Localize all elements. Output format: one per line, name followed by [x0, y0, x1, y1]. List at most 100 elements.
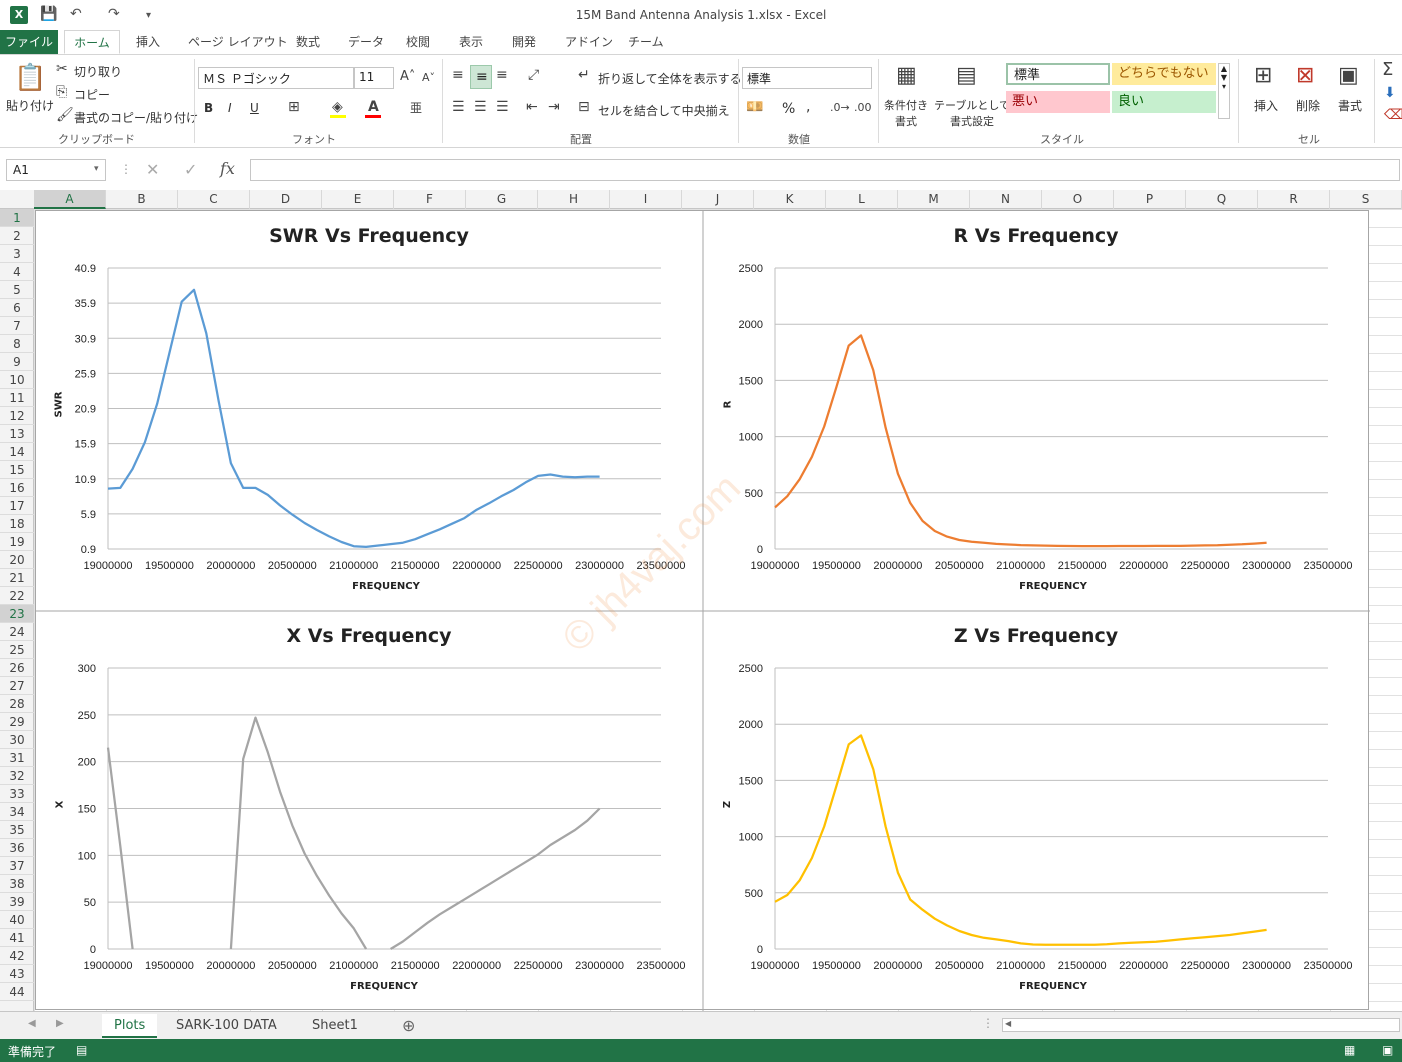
shrink-font-icon[interactable]: A˅: [422, 71, 435, 84]
row-header-38[interactable]: 38: [0, 875, 34, 893]
row-header-37[interactable]: 37: [0, 857, 34, 875]
row-header-34[interactable]: 34: [0, 803, 34, 821]
number-format-select[interactable]: 標準: [742, 67, 872, 89]
merge-center-button[interactable]: セルを結合して中央揃え: [598, 102, 730, 119]
column-header-q[interactable]: Q: [1186, 190, 1258, 209]
page-layout-view-icon[interactable]: ▣: [1382, 1043, 1393, 1057]
row-header-3[interactable]: 3: [0, 245, 34, 263]
border-icon[interactable]: ⊞: [288, 99, 300, 115]
align-left-icon[interactable]: ☰: [452, 99, 465, 115]
row-header-36[interactable]: 36: [0, 839, 34, 857]
row-header-18[interactable]: 18: [0, 515, 34, 533]
tab-page-layout[interactable]: ページ レイアウト: [184, 30, 292, 54]
column-header-k[interactable]: K: [754, 190, 826, 209]
styles-scroll[interactable]: ▲ ▼ ▾: [1218, 63, 1230, 119]
row-header-20[interactable]: 20: [0, 551, 34, 569]
column-header-l[interactable]: L: [826, 190, 898, 209]
row-header-35[interactable]: 35: [0, 821, 34, 839]
row-header-7[interactable]: 7: [0, 317, 34, 335]
bold-button[interactable]: B: [204, 101, 213, 115]
name-box[interactable]: A1: [6, 159, 106, 181]
normal-view-icon[interactable]: ▦: [1344, 1043, 1355, 1057]
row-header-31[interactable]: 31: [0, 749, 34, 767]
percent-button[interactable]: %: [782, 101, 795, 117]
wrap-text-button[interactable]: 折り返して全体を表示する: [598, 70, 742, 87]
row-header-12[interactable]: 12: [0, 407, 34, 425]
tab-review[interactable]: 校閲: [402, 30, 434, 54]
row-header-24[interactable]: 24: [0, 623, 34, 641]
fill-icon[interactable]: ⬇: [1384, 85, 1396, 101]
phonetic-icon[interactable]: 亜: [410, 99, 422, 116]
row-header-16[interactable]: 16: [0, 479, 34, 497]
column-header-f[interactable]: F: [394, 190, 466, 209]
font-color-icon[interactable]: A: [368, 99, 379, 115]
style-normal[interactable]: 標準: [1006, 63, 1110, 85]
row-header-17[interactable]: 17: [0, 497, 34, 515]
row-header-21[interactable]: 21: [0, 569, 34, 587]
row-header-44[interactable]: 44: [0, 983, 34, 1001]
currency-icon[interactable]: 💴: [746, 99, 763, 115]
macro-record-icon[interactable]: ▤: [76, 1043, 87, 1057]
cancel-icon[interactable]: ✕: [146, 160, 159, 179]
copy-button[interactable]: コピー: [74, 86, 110, 103]
row-header-15[interactable]: 15: [0, 461, 34, 479]
scroll-right-icon[interactable]: ▶: [56, 1018, 64, 1029]
column-header-g[interactable]: G: [466, 190, 538, 209]
column-header-j[interactable]: J: [682, 190, 754, 209]
splitter-icon[interactable]: ⋮: [982, 1016, 994, 1030]
column-header-d[interactable]: D: [250, 190, 322, 209]
row-header-14[interactable]: 14: [0, 443, 34, 461]
row-header-10[interactable]: 10: [0, 371, 34, 389]
column-header-a[interactable]: A: [34, 190, 106, 209]
row-header-13[interactable]: 13: [0, 425, 34, 443]
orientation-icon[interactable]: ⤢: [528, 67, 539, 83]
column-header-r[interactable]: R: [1258, 190, 1330, 209]
grow-font-icon[interactable]: A˄: [400, 69, 415, 84]
tab-team[interactable]: チーム: [624, 30, 668, 54]
row-header-40[interactable]: 40: [0, 911, 34, 929]
column-header-i[interactable]: I: [610, 190, 682, 209]
clear-icon[interactable]: ⌫: [1384, 107, 1402, 123]
tab-view[interactable]: 表示: [455, 30, 487, 54]
decrease-decimal-icon[interactable]: .00: [854, 101, 872, 114]
increase-decimal-icon[interactable]: .0→: [830, 101, 850, 114]
underline-button[interactable]: U: [250, 101, 259, 115]
row-header-4[interactable]: 4: [0, 263, 34, 281]
enter-icon[interactable]: ✓: [184, 160, 197, 179]
paste-icon[interactable]: 📋: [14, 63, 46, 93]
tab-formulas[interactable]: 数式: [292, 30, 324, 54]
comma-button[interactable]: ,: [806, 99, 810, 115]
style-neutral[interactable]: どちらでもない: [1112, 63, 1216, 85]
fill-color-icon[interactable]: ◈: [332, 99, 343, 115]
row-header-1[interactable]: 1: [0, 209, 34, 227]
align-middle-button[interactable]: ≡: [470, 65, 492, 89]
align-center-icon[interactable]: ☰: [474, 99, 487, 115]
row-header-32[interactable]: 32: [0, 767, 34, 785]
style-bad[interactable]: 悪い: [1006, 91, 1110, 113]
row-header-39[interactable]: 39: [0, 893, 34, 911]
scroll-left-icon[interactable]: ◀: [28, 1018, 36, 1029]
format-cells-button[interactable]: 書式: [1338, 97, 1362, 114]
formula-input[interactable]: [250, 159, 1400, 181]
column-header-e[interactable]: E: [322, 190, 394, 209]
delete-cells-button[interactable]: 削除: [1296, 97, 1320, 114]
row-header-42[interactable]: 42: [0, 947, 34, 965]
format-painter-button[interactable]: 書式のコピー/貼り付け: [74, 109, 198, 126]
column-header-h[interactable]: H: [538, 190, 610, 209]
row-header-30[interactable]: 30: [0, 731, 34, 749]
font-size-select[interactable]: 11: [354, 67, 394, 89]
row-header-22[interactable]: 22: [0, 587, 34, 605]
sheet-tab-sark-100-data[interactable]: SARK-100 DATA: [164, 1014, 289, 1038]
horizontal-scrollbar[interactable]: ◀: [1002, 1018, 1400, 1032]
insert-cells-button[interactable]: 挿入: [1254, 97, 1278, 114]
sheet-tab-plots[interactable]: Plots: [102, 1014, 158, 1038]
row-header-25[interactable]: 25: [0, 641, 34, 659]
column-header-s[interactable]: S: [1330, 190, 1402, 209]
style-good[interactable]: 良い: [1112, 91, 1216, 113]
column-header-p[interactable]: P: [1114, 190, 1186, 209]
row-header-33[interactable]: 33: [0, 785, 34, 803]
tab-insert[interactable]: 挿入: [132, 30, 164, 54]
column-header-b[interactable]: B: [106, 190, 178, 209]
tab-data[interactable]: データ: [344, 30, 388, 54]
row-header-5[interactable]: 5: [0, 281, 34, 299]
